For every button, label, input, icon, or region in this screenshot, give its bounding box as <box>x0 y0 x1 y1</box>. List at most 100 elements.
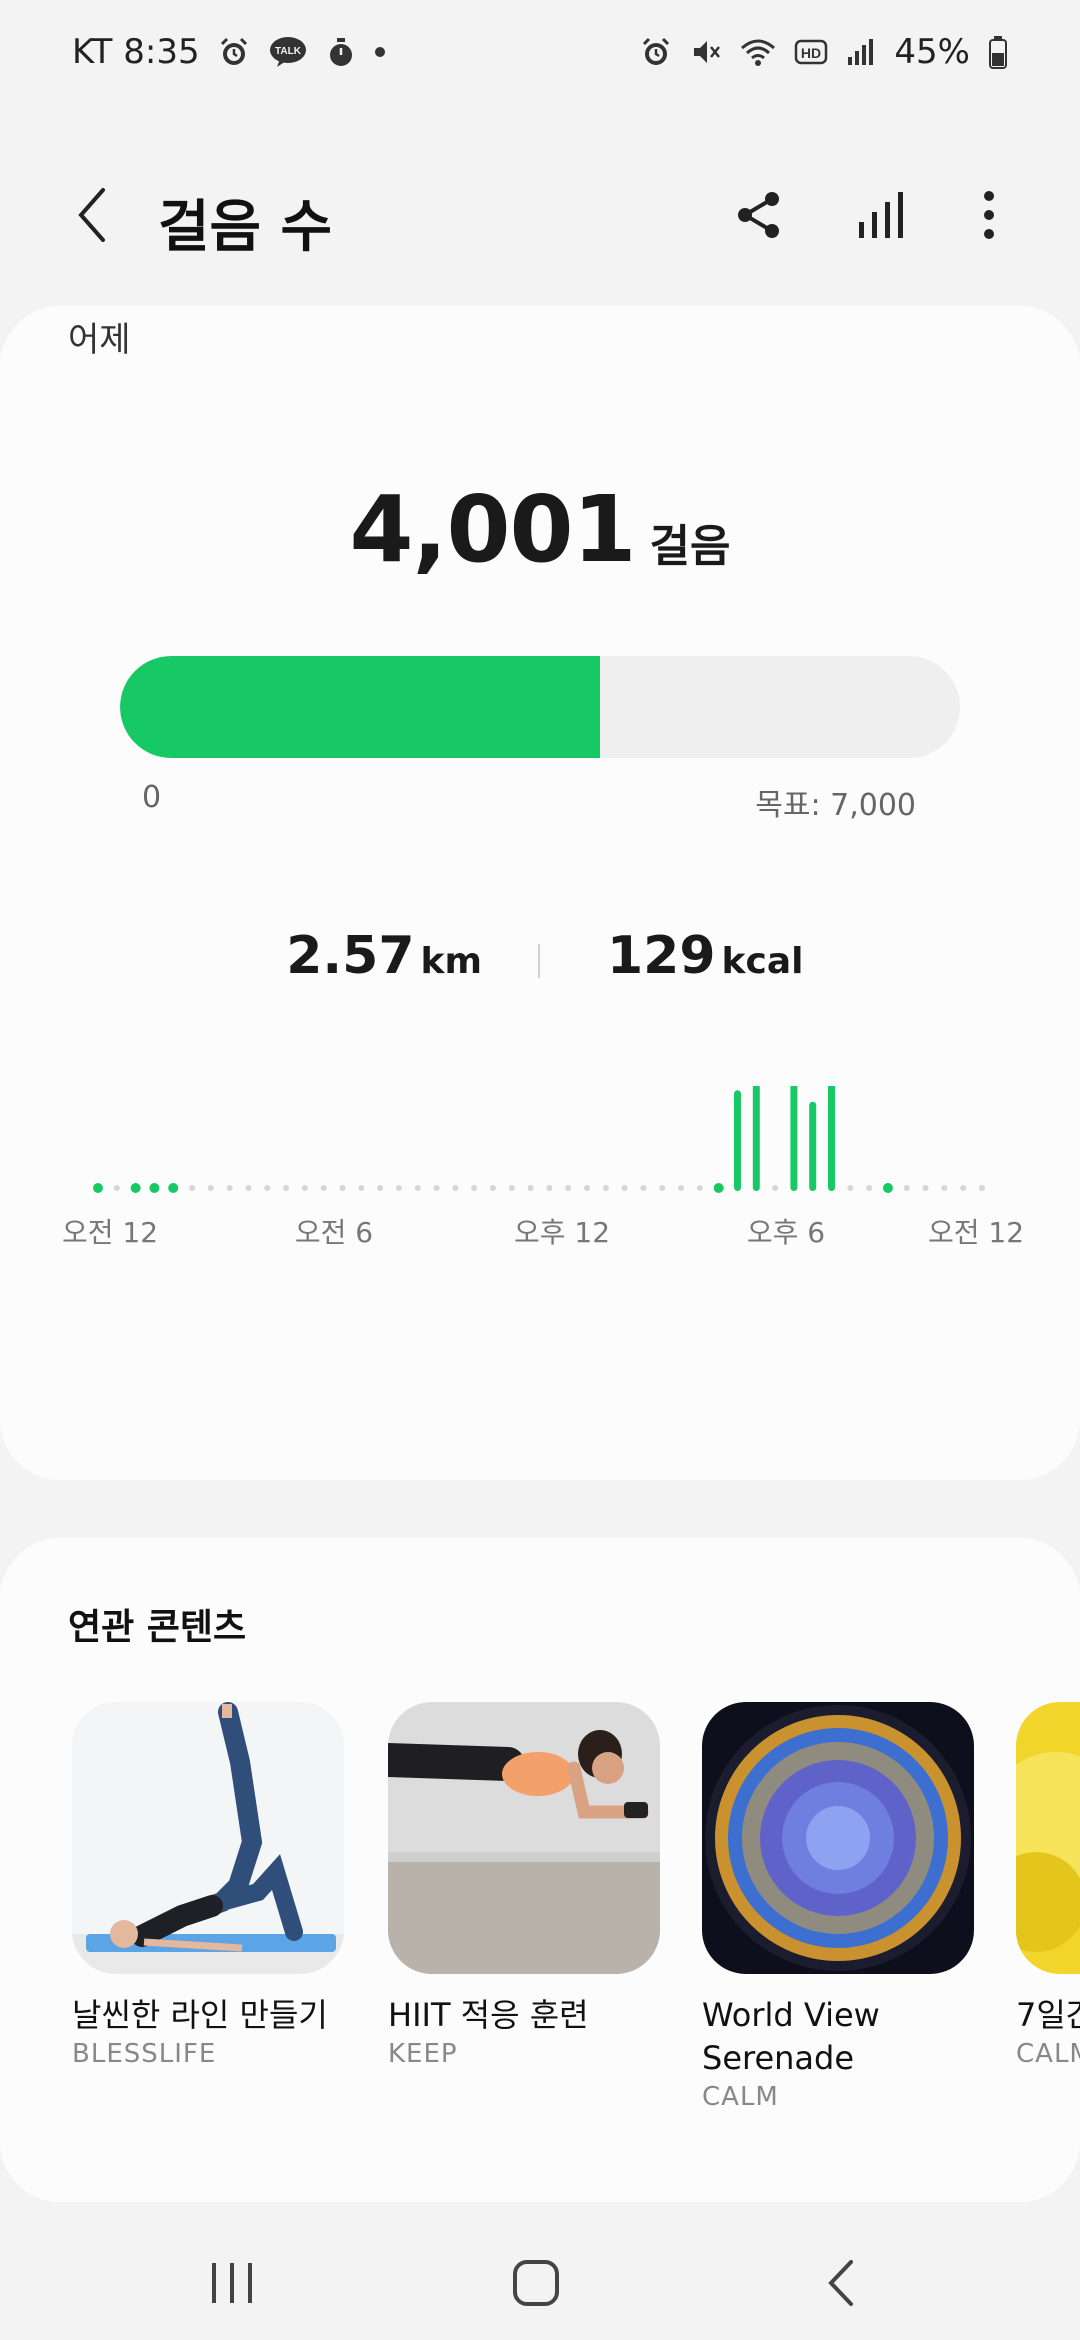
related-item-source: BLESSLIFE <box>72 2039 217 2069</box>
chart-empty-slot <box>508 1185 515 1191</box>
hd-voice-icon: HD <box>794 38 828 66</box>
chart-empty-slot <box>696 1185 703 1191</box>
status-bar: KT 8:35 TALK HD 45% <box>0 0 1080 104</box>
chart-bar <box>752 1086 760 1191</box>
navigation-bar <box>0 2220 1080 2340</box>
stats-divider <box>538 944 540 978</box>
chart-empty-slot <box>941 1185 948 1191</box>
chart-empty-slot <box>113 1185 120 1191</box>
chart-bar <box>168 1183 179 1193</box>
progress-min-label: 0 <box>142 780 162 815</box>
related-item-title: World View Serenade <box>702 1996 880 2077</box>
chart-empty-slot <box>377 1185 384 1191</box>
chart-x-tick-label: 오전 12 <box>62 1216 158 1249</box>
chart-empty-slot <box>207 1185 214 1191</box>
related-item-title: 7일간 <box>1016 1996 1080 2034</box>
trends-button[interactable] <box>846 180 916 250</box>
step-count-unit: 걸음 <box>649 521 731 572</box>
home-button[interactable] <box>496 2248 576 2318</box>
chart-bar <box>713 1183 724 1193</box>
related-item-source: KEEP <box>388 2039 458 2069</box>
related-item-bridge[interactable]: 날씬한 라인 만들기 BLESSLIFE <box>72 1702 344 2069</box>
thumbnail-bridge-pose <box>72 1702 344 1974</box>
alarm-icon <box>218 36 250 68</box>
wifi-icon <box>740 36 776 68</box>
chart-empty-slot <box>640 1185 647 1191</box>
battery-icon <box>988 35 1008 69</box>
chart-empty-slot <box>847 1185 854 1191</box>
chart-bar <box>733 1090 741 1191</box>
chart-empty-slot <box>866 1185 873 1191</box>
chart-empty-slot <box>283 1185 290 1191</box>
chart-empty-slot <box>189 1185 196 1191</box>
related-item-7days[interactable]: 7일간 CALM <box>1016 1702 1080 2069</box>
goal-progress-bar <box>120 656 960 758</box>
back-arrow-icon <box>78 188 105 242</box>
chart-empty-slot <box>471 1185 478 1191</box>
stats-row: 2.57 km 129 kcal <box>0 926 1080 996</box>
share-icon <box>738 192 779 238</box>
back-icon <box>828 2260 853 2306</box>
calories-stat: 129 kcal <box>607 926 803 986</box>
chart-empty-slot <box>489 1185 496 1191</box>
chart-empty-slot <box>903 1185 910 1191</box>
chart-empty-slot <box>678 1185 685 1191</box>
back-button[interactable] <box>62 180 122 250</box>
recents-icon <box>212 2263 252 2303</box>
distance-unit: km <box>420 941 482 982</box>
chart-empty-slot <box>602 1185 609 1191</box>
kakaotalk-icon: TALK <box>268 35 308 69</box>
share-button[interactable] <box>724 180 794 250</box>
chart-empty-slot <box>395 1185 402 1191</box>
bar-chart-icon <box>859 192 903 238</box>
hd-label: HD <box>801 45 821 61</box>
chart-empty-slot <box>452 1185 459 1191</box>
chart-empty-slot <box>565 1185 572 1191</box>
related-content-list: 날씬한 라인 만들기 BLESSLIFE HIIT 적응 훈련 KEEP Wor… <box>0 1702 1080 2182</box>
calories-unit: kcal <box>721 941 804 982</box>
related-item-hiit[interactable]: HIIT 적응 훈련 KEEP <box>388 1702 660 2069</box>
chart-x-tick-label: 오전 12 <box>928 1216 1024 1249</box>
chart-empty-slot <box>584 1185 591 1191</box>
chart-empty-slot <box>264 1185 271 1191</box>
related-item-source: CALM <box>1016 2039 1080 2069</box>
page-title: 걸음 수 <box>158 195 333 260</box>
calories-value: 129 <box>607 926 716 986</box>
chart-bar <box>93 1183 103 1193</box>
status-right: HD 45% <box>640 32 1008 72</box>
steps-summary-card: 어제 4,001 걸음 0 목표: 7,000 2.57 km 129 kcal 오전… <box>0 306 1080 1480</box>
chart-empty-slot <box>546 1185 553 1191</box>
app-bar: 걸음 수 <box>0 150 1080 280</box>
related-item-title: HIIT 적응 훈련 <box>388 1996 589 2034</box>
related-item-world-view[interactable]: World View Serenade CALM <box>702 1702 974 2112</box>
chart-empty-slot <box>527 1185 534 1191</box>
more-vert-icon <box>984 191 994 239</box>
goal-progress-fill <box>120 656 601 758</box>
chart-bar <box>790 1086 798 1191</box>
chart-empty-slot <box>621 1185 628 1191</box>
thumbnail-plank-pose <box>388 1702 660 1974</box>
chart-bar <box>828 1086 836 1191</box>
related-item-title: 날씬한 라인 만들기 <box>72 1996 328 2034</box>
chart-empty-slot <box>245 1185 252 1191</box>
recents-button[interactable] <box>192 2248 272 2318</box>
nav-back-button[interactable] <box>800 2248 880 2318</box>
talk-label: TALK <box>275 46 302 57</box>
alarm-icon <box>640 36 672 68</box>
distance-value: 2.57 <box>286 926 415 986</box>
step-count: 4,001 걸음 <box>0 476 1080 583</box>
related-content-title: 연관 콘텐츠 <box>68 1607 247 1648</box>
chart-empty-slot <box>659 1185 666 1191</box>
day-label[interactable]: 어제 <box>68 312 131 361</box>
more-options-button[interactable] <box>954 180 1024 250</box>
thumbnail-world-view <box>702 1702 974 1974</box>
carrier-time: KT 8:35 <box>72 32 200 72</box>
notification-dot-icon <box>374 46 386 58</box>
mute-icon <box>690 36 722 68</box>
chart-empty-slot <box>226 1185 233 1191</box>
thumbnail-yellow-flower <box>1016 1702 1080 1974</box>
chart-bar <box>809 1101 817 1191</box>
chart-empty-slot <box>301 1185 308 1191</box>
chart-empty-slot <box>922 1185 929 1191</box>
chart-empty-slot <box>433 1185 440 1191</box>
